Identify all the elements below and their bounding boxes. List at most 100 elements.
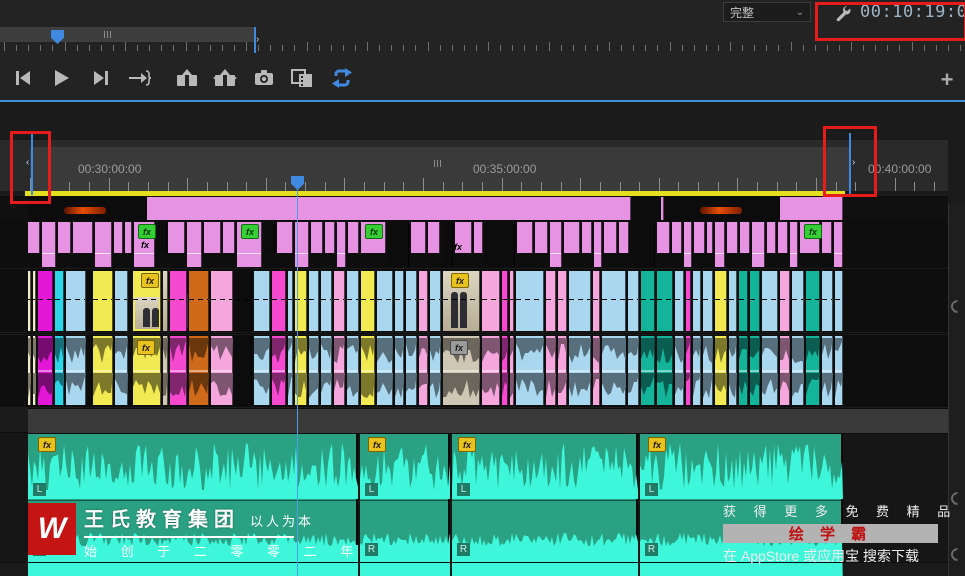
audio-clip[interactable] <box>482 336 500 406</box>
audio-clip[interactable] <box>254 336 270 406</box>
clip[interactable] <box>377 271 393 331</box>
audio-clip[interactable] <box>419 336 428 406</box>
clip[interactable] <box>325 222 335 253</box>
audio-clip[interactable] <box>430 336 441 406</box>
comparison-view-button[interactable] <box>287 64 317 92</box>
clip[interactable] <box>163 271 188 331</box>
audio-clip[interactable] <box>361 336 375 406</box>
clip[interactable] <box>125 222 132 253</box>
clip[interactable] <box>727 222 738 253</box>
clip[interactable] <box>641 271 655 331</box>
audio-clip[interactable] <box>395 336 404 406</box>
audio-clip[interactable] <box>686 336 691 406</box>
clip[interactable] <box>211 271 233 331</box>
audio-clip[interactable] <box>272 336 286 406</box>
clip[interactable] <box>767 222 776 253</box>
clip[interactable] <box>672 222 682 253</box>
clip[interactable] <box>780 271 790 331</box>
clip[interactable] <box>348 222 359 253</box>
clip[interactable] <box>38 271 53 331</box>
clip[interactable] <box>778 222 788 253</box>
clip[interactable] <box>93 271 113 331</box>
audio-clip[interactable] <box>163 336 168 406</box>
clip[interactable] <box>254 271 270 331</box>
clip[interactable] <box>569 271 591 331</box>
clip[interactable] <box>73 222 93 253</box>
clip[interactable] <box>321 271 332 331</box>
audio-clip[interactable] <box>780 336 790 406</box>
audio-clip[interactable] <box>189 336 209 406</box>
audio-clip[interactable] <box>657 336 673 406</box>
audio-clip[interactable] <box>602 336 626 406</box>
clip[interactable] <box>790 222 798 267</box>
clip[interactable] <box>58 222 71 253</box>
clip[interactable] <box>675 271 684 331</box>
audio-clip[interactable]: LR <box>360 433 450 576</box>
clip[interactable] <box>516 271 544 331</box>
clip[interactable] <box>834 222 843 267</box>
clip[interactable] <box>822 271 833 331</box>
clip[interactable] <box>55 271 64 331</box>
audio-clip[interactable] <box>715 336 727 406</box>
clip[interactable] <box>550 222 562 267</box>
audio-clip[interactable] <box>750 336 760 406</box>
audio-clip[interactable] <box>309 336 319 406</box>
audio-clip[interactable] <box>211 336 233 406</box>
play-to-out-button[interactable] <box>124 64 154 92</box>
clip[interactable] <box>835 271 843 331</box>
audio-clip[interactable] <box>115 336 128 406</box>
step-back-button[interactable] <box>8 64 38 92</box>
audio-clip[interactable] <box>406 336 417 406</box>
clip[interactable] <box>628 271 639 331</box>
clip[interactable] <box>347 271 359 331</box>
audio-clip[interactable] <box>377 336 393 406</box>
audio-clip[interactable] <box>558 336 567 406</box>
extract-button[interactable] <box>210 64 240 92</box>
clip[interactable] <box>157 222 167 253</box>
playback-resolution-dropdown[interactable]: 完整 ⌄ <box>723 2 811 22</box>
clip[interactable] <box>406 271 417 331</box>
clip[interactable] <box>115 271 128 331</box>
audio-clip[interactable] <box>66 336 86 406</box>
clip[interactable] <box>693 271 701 331</box>
clip[interactable] <box>288 271 293 331</box>
clip[interactable] <box>715 271 727 331</box>
clip[interactable] <box>602 271 626 331</box>
clip[interactable] <box>564 222 580 253</box>
clip[interactable] <box>388 222 409 267</box>
step-forward-button[interactable] <box>86 64 116 92</box>
audio-clip[interactable] <box>569 336 591 406</box>
clip[interactable] <box>582 222 592 253</box>
audio-clip[interactable] <box>628 336 639 406</box>
audio-clip[interactable] <box>55 336 64 406</box>
clip[interactable] <box>752 222 765 267</box>
clip[interactable] <box>272 271 286 331</box>
clip[interactable] <box>95 222 112 267</box>
clip[interactable] <box>309 271 319 331</box>
clip[interactable] <box>739 271 748 331</box>
clip[interactable] <box>88 271 92 331</box>
audio-clip[interactable] <box>321 336 332 406</box>
clip[interactable] <box>337 222 346 267</box>
clip[interactable] <box>780 197 843 220</box>
clip[interactable] <box>168 222 185 253</box>
clip[interactable] <box>170 271 187 331</box>
clip[interactable] <box>631 197 661 220</box>
audio-clip[interactable] <box>93 336 113 406</box>
audio-clip[interactable] <box>502 336 508 406</box>
audio-clip[interactable] <box>347 336 359 406</box>
clip[interactable] <box>223 222 235 253</box>
clip[interactable] <box>558 271 567 331</box>
clip[interactable] <box>762 271 778 331</box>
clip[interactable] <box>715 222 725 267</box>
clip[interactable] <box>411 222 426 253</box>
audio-clip[interactable] <box>703 336 713 406</box>
audio-clip[interactable] <box>235 336 252 406</box>
clip[interactable] <box>664 197 780 220</box>
clip[interactable] <box>189 271 209 331</box>
thumb-grip-icon[interactable] <box>104 31 111 38</box>
clip[interactable] <box>474 222 483 253</box>
clip[interactable] <box>428 222 440 253</box>
clip[interactable] <box>792 271 804 331</box>
vertical-scrollbar[interactable] <box>948 204 965 576</box>
